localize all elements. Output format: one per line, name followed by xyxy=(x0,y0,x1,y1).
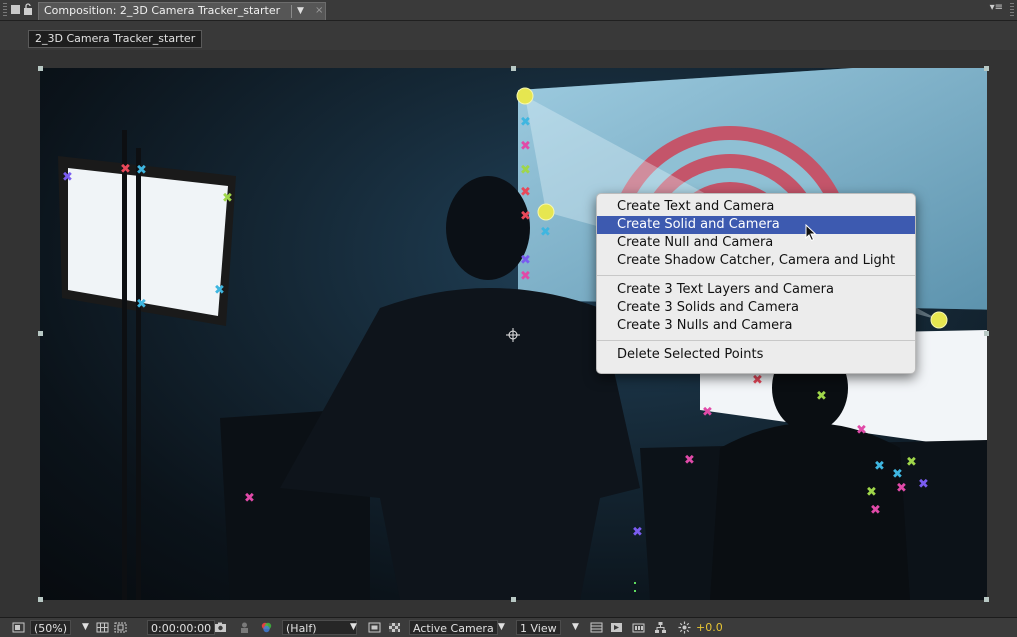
tab-composition-label: Composition: 2_3D Camera Tracker_starter xyxy=(44,4,281,17)
indicator-dot xyxy=(634,582,636,584)
menu-item-create-text-and-camera[interactable]: Create Text and Camera xyxy=(597,198,915,216)
layer-handle-middle-right[interactable] xyxy=(984,331,989,336)
menu-item-create-3-text-layers-and-camera[interactable]: Create 3 Text Layers and Camera xyxy=(597,281,915,299)
region-of-interest-icon[interactable] xyxy=(368,621,381,634)
track-point[interactable]: ✖ xyxy=(702,405,713,420)
track-point[interactable]: ✖ xyxy=(136,297,147,312)
mouse-cursor-icon xyxy=(805,224,817,242)
resolution-dropdown[interactable]: (Half) xyxy=(282,620,357,635)
3d-view-dropdown-arrow[interactable]: ▼ xyxy=(498,620,505,635)
menu-separator xyxy=(597,275,915,276)
track-point[interactable]: ✖ xyxy=(816,389,827,404)
left-monitor-screen xyxy=(68,168,228,316)
panel-grip-right[interactable] xyxy=(1010,3,1014,17)
selected-point-2[interactable] xyxy=(537,203,555,221)
tab-dropdown-button[interactable]: ▼ xyxy=(297,3,304,19)
resolution-dropdown-arrow[interactable]: ▼ xyxy=(350,620,357,635)
track-point[interactable]: ✖ xyxy=(214,283,225,298)
layer-handle-bottom-center[interactable] xyxy=(511,597,516,602)
magnification-dropdown-arrow[interactable]: ▼ xyxy=(82,620,89,635)
panel-header: Composition: 2_3D Camera Tracker_starter… xyxy=(0,0,1017,21)
track-point[interactable]: ✖ xyxy=(222,191,233,206)
current-time-display[interactable]: 0:00:00:00 xyxy=(147,620,216,635)
grid-guides-icon[interactable] xyxy=(96,621,109,634)
menu-separator xyxy=(597,340,915,341)
flowchart-icon[interactable] xyxy=(654,621,667,634)
selected-point-1[interactable] xyxy=(516,87,534,105)
stand-pole-right xyxy=(136,148,141,600)
viewer-toolbar: (50%) ▼ 0:00:00:00 (Half) ▼ Active Camer… xyxy=(0,617,1017,637)
panel-menu-icon[interactable]: ▾≡ xyxy=(990,2,1003,13)
stand-pole-left xyxy=(122,130,127,600)
panel-grip-left[interactable] xyxy=(3,3,7,17)
track-point[interactable]: ✖ xyxy=(520,269,531,284)
track-point[interactable]: ✖ xyxy=(520,115,531,130)
tab-close-icon[interactable]: × xyxy=(315,3,323,19)
track-point[interactable]: ✖ xyxy=(870,503,881,518)
view-layout-dropdown[interactable]: 1 View xyxy=(516,620,561,635)
track-point[interactable]: ✖ xyxy=(520,253,531,268)
track-point[interactable]: ✖ xyxy=(244,491,255,506)
tab-separator xyxy=(291,5,292,18)
snapshot-icon[interactable] xyxy=(214,621,227,634)
exposure-value[interactable]: +0.0 xyxy=(696,620,723,635)
track-point[interactable]: ✖ xyxy=(520,163,531,178)
layer-handle-top-center[interactable] xyxy=(511,66,516,71)
track-point[interactable]: ✖ xyxy=(906,455,917,470)
menu-item-create-3-nulls-and-camera[interactable]: Create 3 Nulls and Camera xyxy=(597,317,915,335)
track-point[interactable]: ✖ xyxy=(520,185,531,200)
layer-handle-top-right[interactable] xyxy=(984,66,989,71)
composition-panel-icon xyxy=(11,5,20,14)
lock-icon[interactable] xyxy=(23,3,33,16)
layer-handle-top-left[interactable] xyxy=(38,66,43,71)
show-snapshot-icon[interactable] xyxy=(238,621,251,634)
track-point[interactable]: ✖ xyxy=(856,423,867,438)
mask-visibility-icon[interactable] xyxy=(114,621,127,634)
menu-item-create-3-solids-and-camera[interactable]: Create 3 Solids and Camera xyxy=(597,299,915,317)
track-point[interactable]: ✖ xyxy=(866,485,877,500)
menu-item-create-solid-and-camera[interactable]: Create Solid and Camera xyxy=(597,216,915,234)
always-preview-icon[interactable] xyxy=(12,621,25,634)
track-point[interactable]: ✖ xyxy=(874,459,885,474)
view-layout-dropdown-arrow[interactable]: ▼ xyxy=(572,620,579,635)
standing-man-head xyxy=(446,176,530,280)
selected-point-3[interactable] xyxy=(930,311,948,329)
tab-composition[interactable]: Composition: 2_3D Camera Tracker_starter… xyxy=(38,2,326,20)
color-channels-icon[interactable] xyxy=(260,621,273,634)
timeline-icon[interactable] xyxy=(632,621,645,634)
layer-handle-middle-left[interactable] xyxy=(38,331,43,336)
track-point[interactable]: ✖ xyxy=(896,481,907,496)
menu-item-delete-selected-points[interactable]: Delete Selected Points xyxy=(597,346,915,364)
track-point[interactable]: ✖ xyxy=(136,163,147,178)
track-point[interactable]: ✖ xyxy=(684,453,695,468)
track-point[interactable]: ✖ xyxy=(540,225,551,240)
fast-previews-icon[interactable] xyxy=(610,621,623,634)
track-point[interactable]: ✖ xyxy=(520,209,531,224)
menu-item-create-null-and-camera[interactable]: Create Null and Camera xyxy=(597,234,915,252)
menu-item-create-shadow-catcher-camera-light[interactable]: Create Shadow Catcher, Camera and Light xyxy=(597,252,915,270)
track-point[interactable]: ✖ xyxy=(520,139,531,154)
track-point[interactable]: ✖ xyxy=(892,467,903,482)
track-point[interactable]: ✖ xyxy=(62,170,73,185)
toggle-pixel-aspect-icon[interactable] xyxy=(590,621,603,634)
layer-handle-bottom-right[interactable] xyxy=(984,597,989,602)
transparency-grid-icon[interactable] xyxy=(388,621,401,634)
track-point[interactable]: ✖ xyxy=(120,162,131,177)
track-point[interactable]: ✖ xyxy=(752,373,763,388)
breadcrumb-composition[interactable]: 2_3D Camera Tracker_starter xyxy=(28,30,203,48)
magnification-dropdown[interactable]: (50%) xyxy=(30,620,72,635)
layer-handle-bottom-left[interactable] xyxy=(38,597,43,602)
track-point[interactable]: ✖ xyxy=(918,477,929,492)
track-point[interactable]: ✖ xyxy=(632,525,643,540)
indicator-dot xyxy=(634,590,636,592)
3d-view-dropdown[interactable]: Active Camera xyxy=(409,620,498,635)
context-menu: Create Text and Camera Create Solid and … xyxy=(596,193,916,374)
reset-exposure-icon[interactable] xyxy=(678,621,691,634)
